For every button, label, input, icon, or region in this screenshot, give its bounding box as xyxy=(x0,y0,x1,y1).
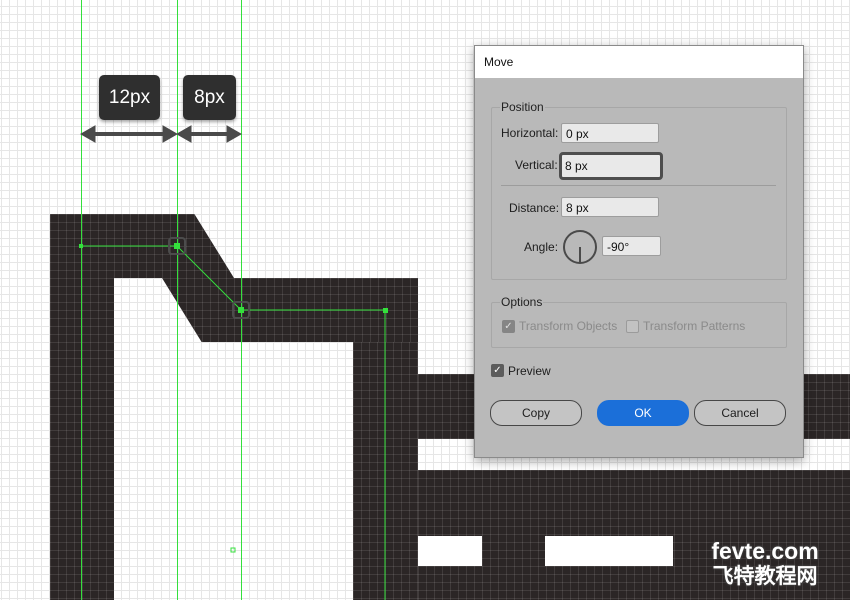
measure-arrow-8px xyxy=(175,125,243,143)
anchor-point-selected-2 xyxy=(238,307,244,313)
preview-checkbox[interactable]: ✓ xyxy=(491,364,504,377)
horizontal-input[interactable]: 0 px xyxy=(561,123,659,143)
measure-arrow-12px xyxy=(79,125,179,143)
anchor-point-selected-1 xyxy=(174,243,180,249)
vertical-input[interactable]: 8 px xyxy=(559,152,663,180)
position-group-title: Position xyxy=(500,100,545,114)
anchor-point-end xyxy=(383,308,388,313)
position-divider xyxy=(501,185,776,186)
copy-button[interactable]: Copy xyxy=(490,400,582,426)
transform-patterns-checkbox[interactable] xyxy=(626,320,639,333)
transform-patterns-label[interactable]: Transform Patterns xyxy=(643,319,745,333)
distance-label: Distance: xyxy=(509,201,560,215)
transform-objects-checkbox[interactable]: ✓ xyxy=(502,320,515,333)
options-group-title: Options xyxy=(500,295,544,309)
cancel-button[interactable]: Cancel xyxy=(694,400,786,426)
transform-objects-label[interactable]: Transform Objects xyxy=(519,319,617,333)
measure-label-12px: 12px xyxy=(99,75,160,120)
anchor-point-start xyxy=(79,244,83,248)
watermark-chinese: 飞特教程网 xyxy=(712,565,818,588)
watermark-domain: fevte.com xyxy=(711,538,819,564)
distance-input[interactable]: 8 px xyxy=(561,197,659,217)
move-dialog[interactable]: Move Position Horizontal: 0 px Vertical:… xyxy=(474,45,804,458)
stray-point xyxy=(230,547,236,553)
site-watermark: fevte.com 飞特教程网 xyxy=(690,538,840,589)
dialog-title[interactable]: Move xyxy=(475,46,803,78)
angle-input[interactable]: -90° xyxy=(602,236,661,256)
angle-label: Angle: xyxy=(524,240,559,254)
selected-path-line xyxy=(81,245,386,600)
horizontal-label: Horizontal: xyxy=(501,126,559,140)
vertical-label: Vertical: xyxy=(515,158,558,172)
measure-label-8px: 8px xyxy=(183,75,236,120)
ok-button[interactable]: OK xyxy=(597,400,689,426)
angle-dial-icon[interactable] xyxy=(562,229,598,265)
preview-label[interactable]: Preview xyxy=(508,364,551,378)
